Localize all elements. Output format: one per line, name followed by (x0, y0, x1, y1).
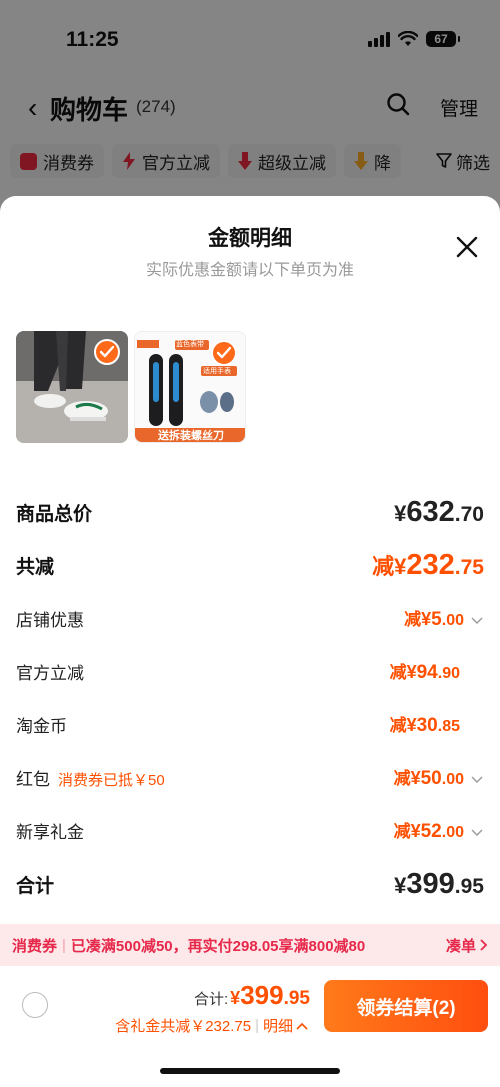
amount-decimal: .85 (437, 718, 460, 735)
reduce-prefix: 减 (393, 822, 411, 841)
checkout-bar: 合计: ¥ 399 .95 含礼金共减￥232.75 | 明细 领券结算(2) (0, 966, 500, 1087)
select-all-radio[interactable] (22, 992, 48, 1018)
reduce-prefix: 减 (372, 554, 395, 579)
goods-total-amount: ¥ 632 .70 (394, 496, 484, 529)
amount-decimal: .00 (441, 612, 464, 629)
discount-row-coins: 淘金币 减 ¥ 30 .85 (16, 711, 484, 737)
currency-symbol: ¥ (394, 554, 407, 579)
amount-decimal: .70 (454, 503, 484, 526)
detail-link[interactable]: 明细 (263, 1015, 293, 1036)
discount-label: 红包 (16, 769, 50, 789)
currency-symbol: ¥ (421, 609, 432, 629)
grand-total-label: 合计 (16, 876, 55, 897)
promo-bar[interactable]: 消费券 | 已凑满500减50，再实付298.05享满800减80 凑单 (0, 924, 500, 966)
currency-symbol: ¥ (394, 501, 407, 526)
amount-integer: 52 (420, 821, 442, 842)
amount-integer: 232 (406, 549, 455, 581)
product-thumbnail-watch-band[interactable]: 蓝色表带 适用手表 送拆装螺丝刀 (134, 331, 246, 443)
amount-detail-sheet: 金额明细 实际优惠金额请以下单页为准 蓝色表带 适用手表 送拆装螺丝刀 商品总价… (0, 196, 500, 1087)
chevron-down-icon (471, 829, 483, 836)
discount-row-red-packet[interactable]: 红包 消费券已抵￥50 减 ¥ 50 .00 (16, 764, 484, 790)
reduce-prefix: 减 (404, 610, 422, 629)
currency-symbol: ¥ (410, 821, 421, 841)
selected-check-icon[interactable] (94, 339, 120, 365)
discount-amount: 减 ¥ 50 .00 (394, 764, 484, 790)
promo-text: 已凑满500减50，再实付298.05享满800减80 (70, 937, 366, 955)
total-reduce-amount: 减 ¥ 232 .75 (372, 549, 484, 582)
amount-decimal: .95 (454, 875, 484, 898)
amount-decimal: .00 (441, 824, 464, 841)
sheet-title: 金额明细 (208, 227, 292, 250)
goods-total-row: 商品总价 ¥ 632 .70 (16, 496, 484, 529)
home-indicator (160, 1068, 340, 1074)
product-banner: 送拆装螺丝刀 (158, 430, 224, 442)
discount-amount: 减 ¥ 5 .00 (404, 605, 484, 631)
promo-tag: 消费券 (12, 937, 58, 955)
checkout-button[interactable]: 领券结算(2) (324, 980, 488, 1032)
discount-amount: 减 ¥ 52 .00 (394, 817, 484, 843)
discount-label: 店铺优惠 (16, 610, 84, 630)
currency-symbol: ¥ (230, 988, 241, 1008)
saved-divider: | (255, 1017, 259, 1034)
currency-symbol: ¥ (406, 662, 417, 682)
product-thumbnail-sneaker[interactable] (16, 331, 128, 443)
amount-decimal: .75 (454, 556, 484, 579)
reduce-prefix: 减 (389, 716, 407, 735)
amount-integer: 632 (406, 496, 455, 528)
grand-total-amount: ¥ 399 .95 (394, 868, 484, 901)
product-tag-top: 蓝色表带 (176, 341, 204, 348)
amount-integer: 5 (431, 609, 442, 630)
chevron-down-icon (471, 617, 483, 624)
discount-label: 官方立减 (16, 663, 84, 683)
grand-total-row: 合计 ¥ 399 .95 (16, 868, 484, 901)
selected-check-icon[interactable] (211, 340, 237, 366)
saved-text: 含礼金共减￥232.75 (115, 1018, 252, 1035)
discount-label: 新享礼金 (16, 822, 84, 842)
total-reduce-row: 共减 减 ¥ 232 .75 (16, 549, 484, 582)
promo-link[interactable]: 凑单 (446, 935, 476, 956)
chevron-down-icon (471, 776, 483, 783)
amount-decimal: .95 (283, 988, 310, 1009)
amount-integer: 50 (420, 768, 442, 789)
amount-decimal: .00 (441, 771, 464, 788)
checkout-total-label: 合计: (194, 991, 229, 1008)
close-icon[interactable] (456, 236, 478, 258)
amount-decimal: .90 (437, 665, 460, 682)
currency-symbol: ¥ (394, 873, 407, 898)
discount-amount: 减 ¥ 30 .85 (390, 711, 460, 737)
sheet-subtitle: 实际优惠金额请以下单页为准 (145, 262, 354, 279)
amount-integer: 399 (240, 980, 284, 1010)
discount-amount: 减 ¥ 94 .90 (390, 658, 460, 684)
amount-integer: 94 (416, 662, 438, 683)
amount-integer: 399 (406, 868, 455, 900)
currency-symbol: ¥ (406, 715, 417, 735)
discount-row-store[interactable]: 店铺优惠 减 ¥ 5 .00 (16, 605, 484, 631)
coupon-used-tag: 消费券已抵￥50 (58, 771, 165, 789)
discount-label: 淘金币 (16, 716, 67, 736)
saved-summary[interactable]: 含礼金共减￥232.75 | 明细 (115, 1015, 308, 1036)
currency-symbol: ¥ (410, 768, 421, 788)
checkout-total: 合计: ¥ 399 .95 (194, 980, 310, 1011)
promo-divider: | (62, 936, 66, 954)
total-reduce-label: 共减 (16, 557, 55, 578)
chevron-right-icon (480, 939, 488, 951)
discount-row-new-gift[interactable]: 新享礼金 减 ¥ 52 .00 (16, 817, 484, 843)
discount-row-official: 官方立减 减 ¥ 94 .90 (16, 658, 484, 684)
discount-label-group: 红包 消费券已抵￥50 (16, 765, 165, 790)
product-tag-corner: 适用手表 (203, 368, 231, 375)
reduce-prefix: 减 (393, 769, 411, 788)
goods-total-label: 商品总价 (16, 504, 93, 525)
chevron-up-icon (296, 1022, 308, 1030)
amount-integer: 30 (416, 715, 438, 736)
reduce-prefix: 减 (389, 663, 407, 682)
